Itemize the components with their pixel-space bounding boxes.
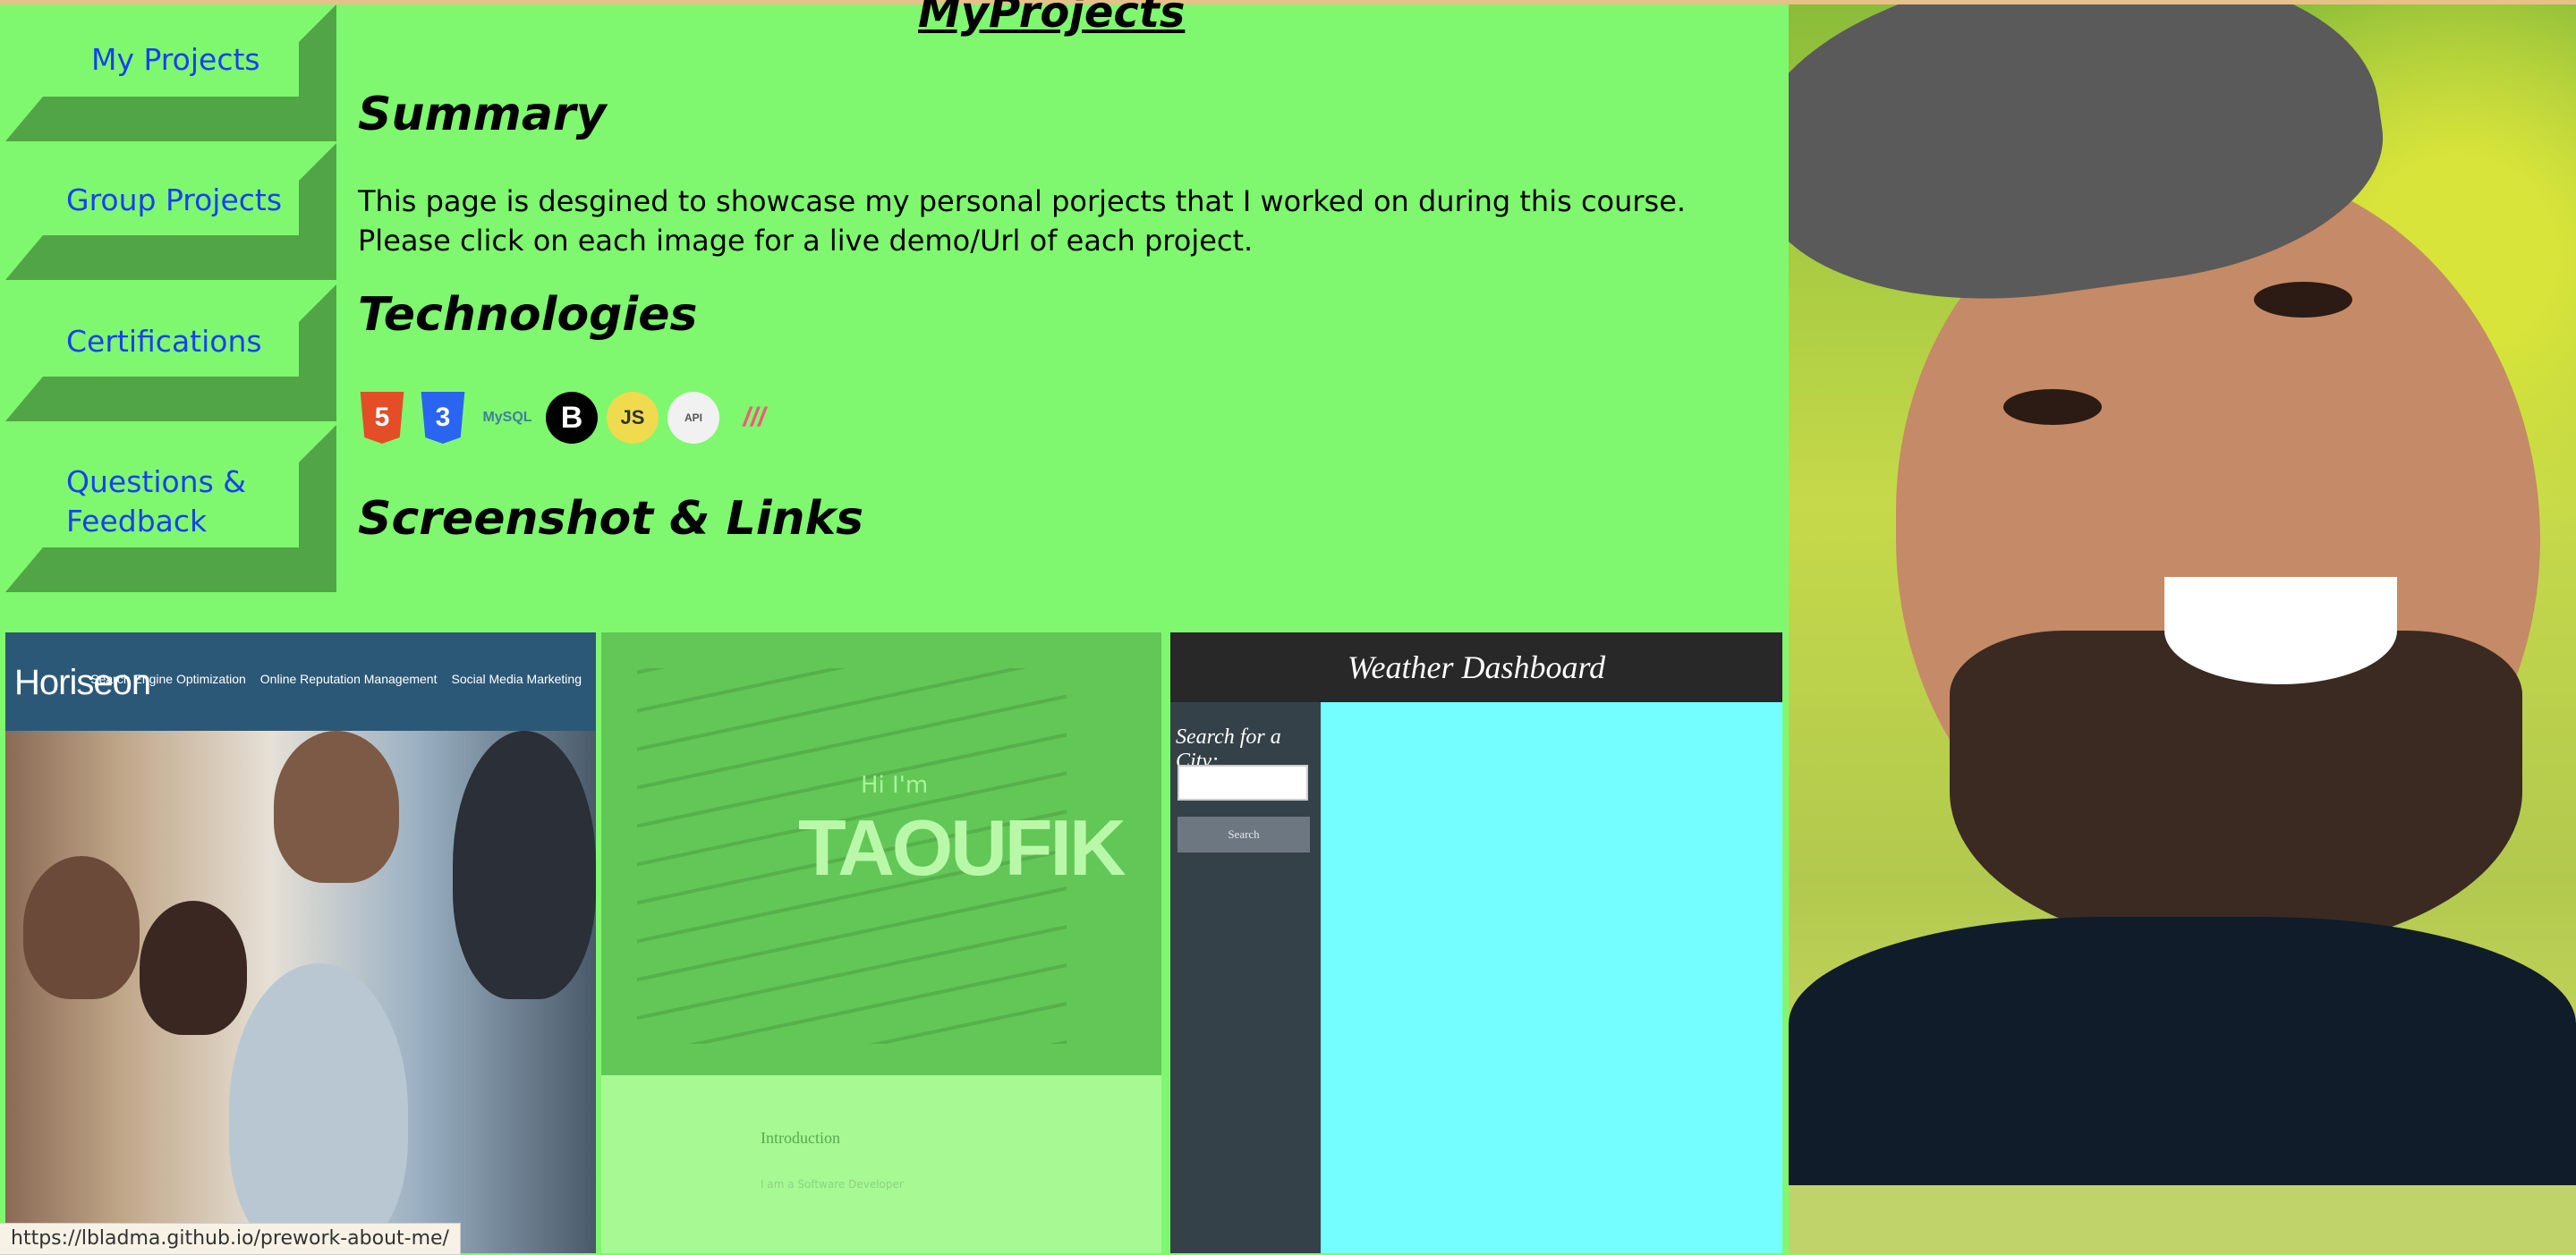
api-icon: API <box>667 392 719 444</box>
portfolio-intro-text: I am a Software Developer <box>761 1178 904 1191</box>
page-title: MyProjects <box>918 0 1186 38</box>
portfolio-intro-heading: Introduction <box>761 1129 840 1147</box>
nav-link-questions-feedback[interactable]: Questions & Feedback <box>66 462 281 541</box>
javascript-icon: JS <box>607 392 659 444</box>
project-card-weather-dashboard[interactable]: Weather Dashboard Search for a City: Sea… <box>1170 632 1782 1253</box>
photo-jacket <box>1789 917 2576 1185</box>
main-content: MyProjects Summary This page is desgined… <box>336 0 1786 626</box>
nav-button-bevel <box>5 235 336 280</box>
technology-icons: 5 3 MySQL B JS API /// <box>356 389 780 446</box>
nav-link-my-projects[interactable]: My Projects <box>91 40 260 80</box>
summary-heading: Summary <box>358 88 607 141</box>
weather-title: Weather Dashboard <box>1347 649 1606 685</box>
horiseon-nav-link: Online Reputation Management <box>259 672 438 686</box>
css3-icon: 3 <box>421 392 465 444</box>
screenshots-heading: Screenshot & Links <box>358 492 864 546</box>
project-card-horiseon[interactable]: Horiseon Search Engine Optimization Onli… <box>5 632 596 1253</box>
nav-item-certifications[interactable]: Certifications <box>0 284 336 421</box>
mysql-icon: MySQL <box>482 410 532 425</box>
weather-search-input <box>1177 765 1308 801</box>
project-card-portfolio[interactable]: Hi I'm TAOUFIK Introduction I am a Softw… <box>601 632 1161 1253</box>
horiseon-nav: Search Engine Optimization Online Reputa… <box>90 672 582 686</box>
weather-results-panel <box>1321 702 1782 1253</box>
photo-background-strip <box>1789 1185 2576 1253</box>
nav-button-bevel <box>5 97 336 141</box>
bootstrap-icon: B <box>546 392 598 444</box>
nav-item-questions-feedback[interactable]: Questions & Feedback <box>0 425 336 592</box>
horiseon-header: Horiseon Search Engine Optimization Onli… <box>5 632 596 731</box>
nav-item-group-projects[interactable]: Group Projects <box>0 143 336 280</box>
weather-header: Weather Dashboard <box>1170 632 1782 702</box>
horiseon-nav-link: Search Engine Optimization <box>90 672 246 686</box>
status-bar-url: https://lbladma.github.io/prework-about-… <box>0 1223 461 1255</box>
technologies-heading: Technologies <box>358 288 698 342</box>
nav-link-certifications[interactable]: Certifications <box>66 322 262 361</box>
weather-search-button: Search <box>1177 817 1310 852</box>
portfolio-name: TAOUFIK <box>798 803 1126 892</box>
photo-eye <box>2254 282 2352 318</box>
weather-sidebar: Search for a City: Search <box>1170 702 1321 1253</box>
portfolio-hero: Hi I'm TAOUFIK <box>601 632 1161 1075</box>
html5-icon: 5 <box>360 392 404 444</box>
profile-photo <box>1789 4 2576 1253</box>
portfolio-greeting: Hi I'm <box>861 772 929 799</box>
nav-item-my-projects[interactable]: My Projects <box>0 4 336 141</box>
photo-eye <box>2003 389 2102 425</box>
summary-text: This page is desgined to showcase my per… <box>358 184 1687 258</box>
sidebar-nav: My Projects Group Projects Certification… <box>0 4 336 592</box>
nav-link-group-projects[interactable]: Group Projects <box>66 181 282 220</box>
nav-button-bevel <box>5 377 336 421</box>
horiseon-nav-link: Social Media Marketing <box>451 672 582 686</box>
stackbit-icon: /// <box>743 403 766 432</box>
photo-smile <box>2164 577 2397 684</box>
nav-button-bevel <box>5 547 336 592</box>
horiseon-team-photo <box>5 731 596 1253</box>
